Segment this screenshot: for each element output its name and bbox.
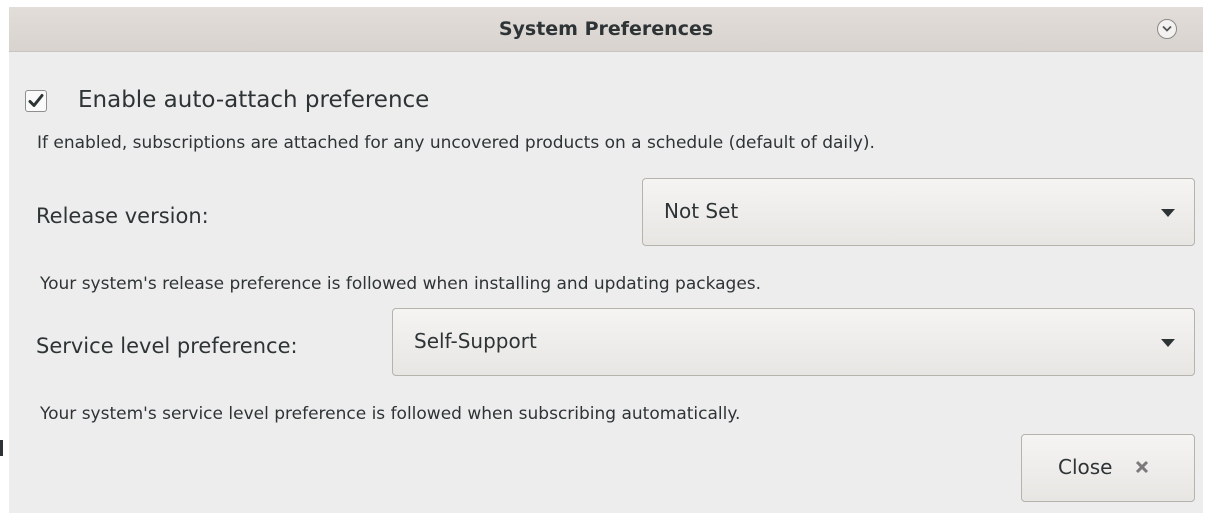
- release-version-help-text: Your system's release preference is foll…: [40, 274, 762, 294]
- close-button[interactable]: Close: [1021, 434, 1195, 502]
- checkmark-icon: [28, 94, 44, 107]
- service-level-label: Service level preference:: [36, 334, 298, 358]
- preferences-dialog: System Preferences Enable auto-attach pr…: [9, 7, 1203, 513]
- service-level-help-text: Your system's service level preference i…: [40, 404, 741, 424]
- dropdown-arrow-icon: [1161, 339, 1175, 347]
- service-level-value: Self-Support: [414, 329, 537, 353]
- close-button-label: Close: [1058, 455, 1113, 479]
- chevron-down-circle-icon[interactable]: [1157, 19, 1177, 39]
- service-level-dropdown[interactable]: Self-Support: [392, 308, 1195, 376]
- auto-attach-label[interactable]: Enable auto-attach preference: [78, 87, 429, 113]
- release-version-value: Not Set: [664, 199, 739, 223]
- auto-attach-help-text: If enabled, subscriptions are attached f…: [37, 133, 875, 153]
- release-version-label: Release version:: [36, 204, 209, 228]
- release-version-dropdown[interactable]: Not Set: [642, 178, 1195, 246]
- title-bar[interactable]: System Preferences: [9, 7, 1203, 52]
- background-window-fragment: [0, 440, 3, 456]
- close-x-icon: [1135, 460, 1149, 474]
- dialog-title: System Preferences: [498, 18, 714, 40]
- dropdown-arrow-icon: [1161, 209, 1175, 217]
- auto-attach-checkbox[interactable]: [25, 90, 47, 112]
